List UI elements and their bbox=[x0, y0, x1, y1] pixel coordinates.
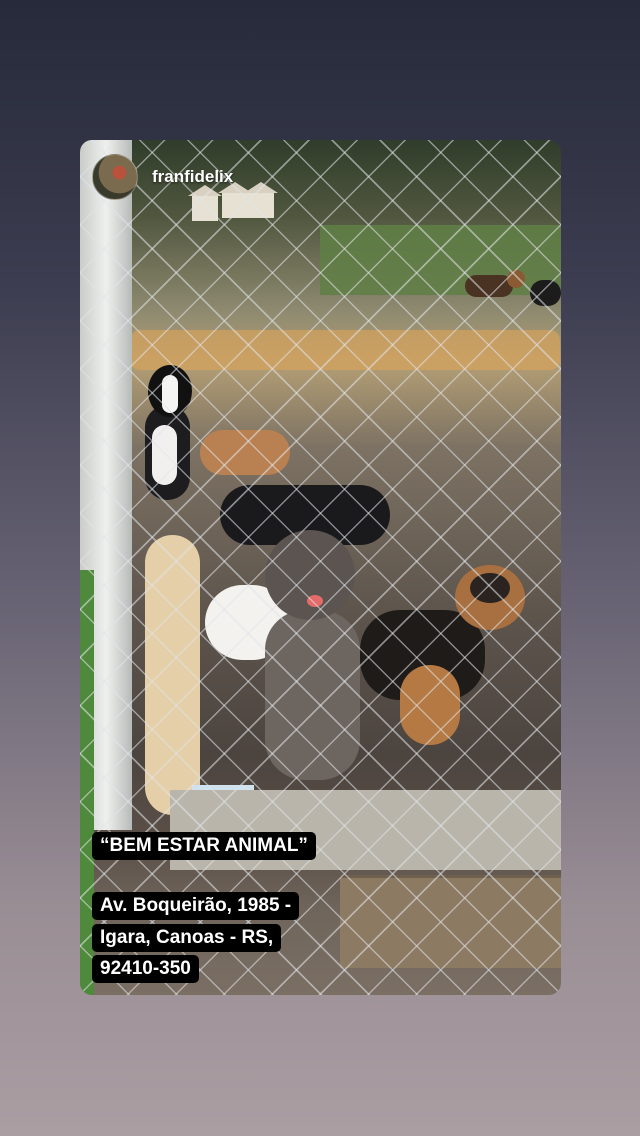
avatar[interactable] bbox=[92, 154, 138, 200]
dog-tan bbox=[200, 420, 295, 480]
address-line-1: Av. Boqueirão, 1985 - bbox=[92, 892, 300, 920]
dog-far-brown bbox=[465, 270, 525, 300]
dog-far-black bbox=[530, 275, 561, 315]
story-header[interactable]: franfidelix bbox=[92, 154, 233, 200]
username[interactable]: franfidelix bbox=[152, 167, 233, 187]
story-card[interactable]: franfidelix “BEM ESTAR ANIMAL” Av. Boque… bbox=[80, 140, 561, 995]
title-sticker: “BEM ESTAR ANIMAL” bbox=[92, 832, 316, 860]
dog-shelter-photo bbox=[80, 140, 561, 995]
dog-black-tan-puppy bbox=[360, 565, 535, 750]
address-line-2: Igara, Canoas - RS, bbox=[92, 924, 282, 952]
address-line-3: 92410-350 bbox=[92, 955, 199, 983]
sunlit-ground bbox=[130, 330, 560, 370]
kennel bbox=[244, 182, 278, 218]
dog-grey-fluffy bbox=[255, 530, 375, 790]
wooden-plank bbox=[340, 875, 561, 968]
dog-cream-side bbox=[145, 535, 205, 820]
